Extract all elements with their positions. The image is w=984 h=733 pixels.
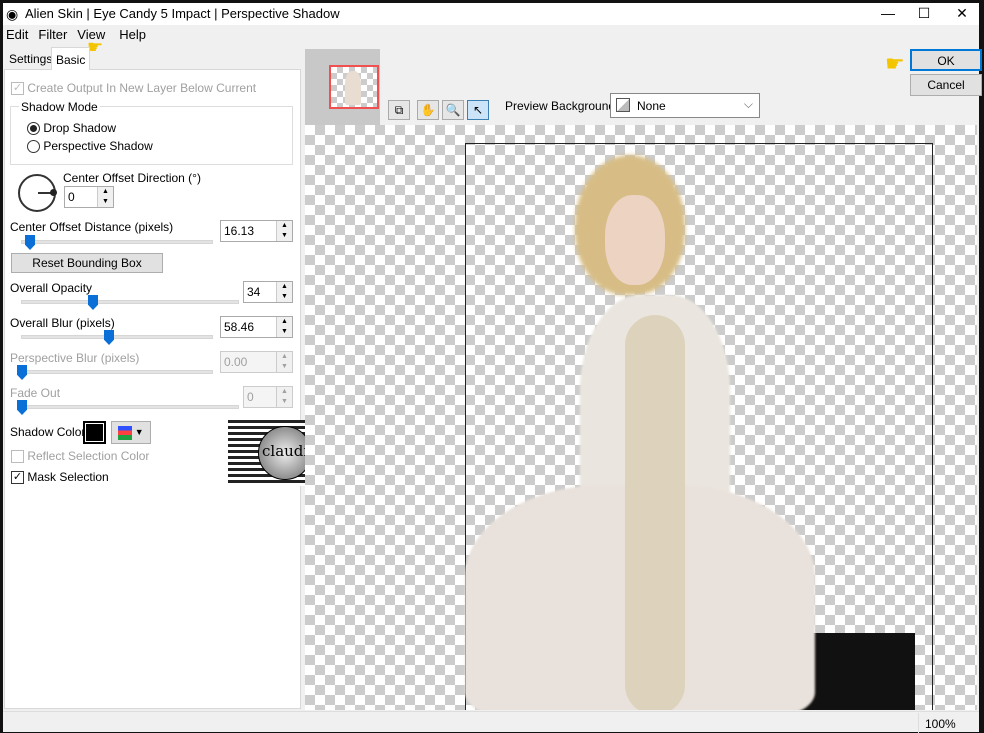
app-icon: ◉ bbox=[6, 6, 19, 22]
fade-out-thumb[interactable] bbox=[17, 400, 27, 415]
color-palette-button[interactable]: ▼ bbox=[111, 421, 151, 444]
mask-selection-checkbox[interactable]: ✓ Mask Selection bbox=[11, 470, 109, 485]
pointer-tool-icon[interactable]: ↖ bbox=[467, 100, 489, 120]
navigator-viewport[interactable] bbox=[329, 65, 379, 109]
maximize-button[interactable]: ☐ bbox=[909, 3, 939, 25]
zoom-tool-icon[interactable]: 🔍 bbox=[442, 100, 464, 120]
distance-slider[interactable] bbox=[21, 240, 213, 244]
basic-panel: ✓ Create Output In New Layer Below Curre… bbox=[4, 69, 301, 709]
shadow-mode-group bbox=[10, 106, 293, 165]
perspective-blur-label: Perspective Blur (pixels) bbox=[10, 351, 140, 365]
reflect-selection-checkbox[interactable]: Reflect Selection Color bbox=[11, 449, 149, 464]
preview-compare-icon[interactable]: ⧉ bbox=[388, 100, 410, 120]
eye-candy-dialog: ◉ Alien Skin | Eye Candy 5 Impact | Pers… bbox=[3, 3, 982, 733]
hand-tool-icon[interactable]: ✋ bbox=[417, 100, 439, 120]
model-scarf bbox=[625, 315, 685, 710]
opacity-spinner[interactable]: 34 ▲ ▼ bbox=[243, 281, 293, 303]
pointer-hand-icon: ☛ bbox=[885, 51, 905, 76]
preview-background-select[interactable]: None ⌵ bbox=[610, 93, 760, 118]
distance-label: Center Offset Distance (pixels) bbox=[10, 220, 174, 234]
status-bar: 100% bbox=[3, 711, 979, 733]
blur-slider-thumb[interactable] bbox=[104, 330, 114, 345]
color-grid-icon bbox=[118, 425, 133, 440]
direction-spinner[interactable]: 0 ▲ ▼ bbox=[64, 186, 114, 208]
blur-spinner[interactable]: 58.46 ▲ ▼ bbox=[220, 316, 293, 338]
blur-slider[interactable] bbox=[21, 335, 213, 339]
direction-dial[interactable] bbox=[18, 174, 57, 212]
menu-edit[interactable]: Edit bbox=[6, 27, 28, 42]
menu-bar: Edit Filter View Help bbox=[6, 27, 156, 45]
perspective-blur-thumb[interactable] bbox=[17, 365, 27, 380]
radio-drop-shadow[interactable]: Drop Shadow bbox=[27, 121, 116, 136]
ok-button[interactable]: OK bbox=[910, 49, 982, 71]
minimize-button[interactable]: — bbox=[873, 3, 903, 25]
fade-out-spinner[interactable]: 0 ▲ ▼ bbox=[243, 386, 293, 408]
shadow-color-swatch[interactable] bbox=[83, 421, 106, 444]
fade-out-slider[interactable] bbox=[21, 405, 239, 409]
create-output-checkbox[interactable]: ✓ Create Output In New Layer Below Curre… bbox=[11, 81, 256, 96]
cancel-button[interactable]: Cancel bbox=[910, 74, 982, 96]
navigator-thumbnail[interactable] bbox=[305, 49, 380, 125]
fade-out-label: Fade Out bbox=[10, 386, 61, 400]
opacity-label: Overall Opacity bbox=[10, 281, 93, 295]
reset-bounding-box-button[interactable]: Reset Bounding Box bbox=[11, 253, 163, 273]
direction-label: Center Offset Direction (°) bbox=[63, 171, 201, 185]
perspective-blur-slider[interactable] bbox=[21, 370, 213, 374]
chevron-down-icon: ⌵ bbox=[743, 97, 753, 111]
shadow-mode-label: Shadow Mode bbox=[19, 100, 100, 114]
preview-background-label: Preview Background: bbox=[505, 99, 619, 113]
window-title: Alien Skin | Eye Candy 5 Impact | Perspe… bbox=[25, 6, 340, 21]
menu-filter[interactable]: Filter bbox=[38, 27, 67, 42]
distance-slider-thumb[interactable] bbox=[25, 235, 35, 250]
opacity-slider-thumb[interactable] bbox=[88, 295, 98, 310]
shadow-color-label: Shadow Color bbox=[10, 425, 86, 439]
perspective-blur-spinner[interactable]: 0.00 ▲ ▼ bbox=[220, 351, 293, 373]
radio-perspective-shadow[interactable]: Perspective Shadow bbox=[27, 139, 153, 154]
zoom-level: 100% bbox=[918, 713, 978, 733]
blur-label: Overall Blur (pixels) bbox=[10, 316, 115, 330]
tab-settings[interactable]: Settings bbox=[5, 49, 56, 69]
opacity-slider[interactable] bbox=[21, 300, 239, 304]
checker-swatch-icon bbox=[616, 98, 630, 112]
model-face bbox=[605, 195, 665, 285]
preview-canvas[interactable] bbox=[305, 125, 977, 710]
menu-help[interactable]: Help bbox=[119, 27, 146, 42]
distance-spinner[interactable]: 16.13 ▲ ▼ bbox=[220, 220, 293, 242]
tab-basic[interactable]: Basic bbox=[51, 47, 91, 70]
title-bar: ◉ Alien Skin | Eye Candy 5 Impact | Pers… bbox=[3, 3, 979, 25]
close-button[interactable]: ✕ bbox=[947, 3, 977, 25]
